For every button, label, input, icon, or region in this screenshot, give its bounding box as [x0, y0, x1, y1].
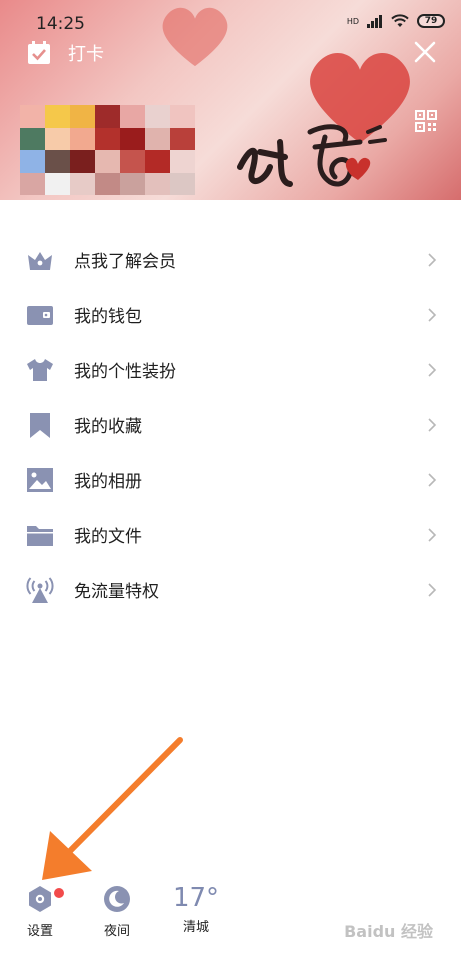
menu-item-album[interactable]: 我的相册: [0, 452, 461, 507]
photo-album-icon: [27, 468, 53, 492]
moon-icon: [104, 886, 130, 912]
menu-item-label: 免流量特权: [74, 582, 159, 602]
chevron-right-icon: [428, 582, 437, 597]
night-mode-button[interactable]: 夜间: [99, 884, 135, 939]
chevron-right-icon: [428, 362, 437, 377]
menu-item-label: 我的文件: [74, 527, 142, 547]
menu-item-free-data[interactable]: 免流量特权: [0, 562, 461, 617]
menu-item-wallet[interactable]: 我的钱包: [0, 287, 461, 342]
chevron-right-icon: [428, 417, 437, 432]
tshirt-icon: [27, 359, 53, 381]
battery-indicator: 79: [417, 14, 445, 28]
qr-code-icon[interactable]: [415, 110, 437, 132]
chevron-right-icon: [428, 527, 437, 542]
settings-gear-icon: [29, 886, 51, 912]
menu-item-dress-up[interactable]: 我的个性装扮: [0, 342, 461, 397]
status-time: 14:25: [36, 14, 85, 34]
calendar-check-icon: [28, 41, 50, 64]
signature-image: [237, 124, 387, 187]
side-menu: 点我了解会员 我的钱包 我的个性装扮 我的收藏 我的相册 我的文件 免流量特权: [0, 232, 461, 617]
chevron-right-icon: [428, 472, 437, 487]
menu-item-files[interactable]: 我的文件: [0, 507, 461, 562]
settings-label: 设置: [26, 924, 53, 939]
menu-item-label: 我的收藏: [74, 417, 142, 437]
profile-banner[interactable]: 14:25 HD 79 打卡: [0, 0, 461, 200]
menu-item-favorites[interactable]: 我的收藏: [0, 397, 461, 452]
chevron-right-icon: [428, 307, 437, 322]
watermark: Baidu 经验: [344, 922, 433, 941]
wifi-icon: [391, 14, 409, 27]
vip-crown-icon: [28, 252, 52, 270]
settings-button[interactable]: 设置: [22, 884, 64, 939]
checkin-label: 打卡: [68, 44, 104, 65]
bookmark-icon: [30, 413, 50, 438]
close-icon[interactable]: [413, 40, 437, 64]
avatar[interactable]: [20, 105, 195, 195]
network-hd-label: HD: [346, 16, 359, 26]
menu-item-vip[interactable]: 点我了解会员: [0, 232, 461, 287]
menu-item-label: 我的相册: [74, 472, 142, 492]
menu-item-label: 我的钱包: [74, 307, 142, 327]
chevron-right-icon: [428, 252, 437, 267]
weather-temperature: 17°: [172, 883, 220, 913]
annotation-arrow-icon: [42, 737, 183, 880]
wallet-icon: [27, 306, 53, 325]
notification-dot: [54, 888, 64, 898]
broadcast-tower-icon: [26, 577, 54, 603]
menu-item-label: 点我了解会员: [74, 252, 176, 272]
weather-city: 清城: [182, 920, 209, 935]
weather-widget[interactable]: 17° 清城: [172, 882, 220, 935]
night-mode-label: 夜间: [103, 924, 130, 939]
folder-icon: [27, 526, 53, 546]
checkin-button[interactable]: 打卡: [26, 40, 104, 66]
status-bar: 14:25 HD 79: [0, 0, 461, 40]
signal-icon: [367, 14, 382, 28]
menu-item-label: 我的个性装扮: [74, 362, 176, 382]
